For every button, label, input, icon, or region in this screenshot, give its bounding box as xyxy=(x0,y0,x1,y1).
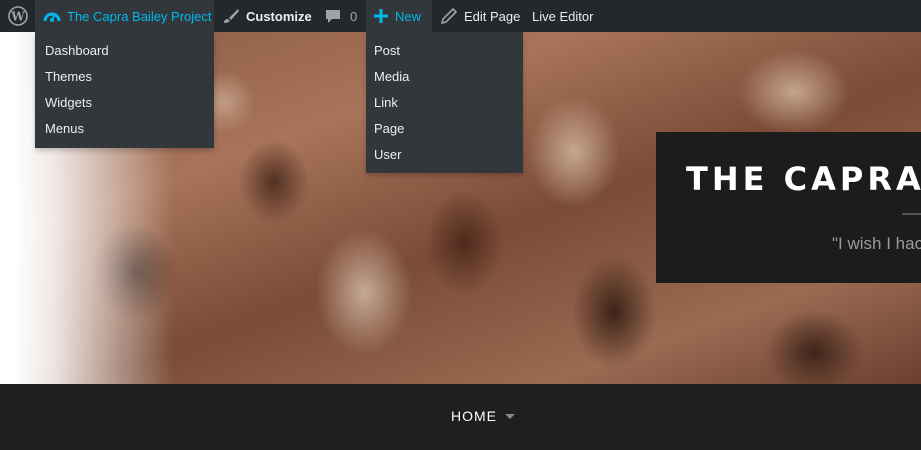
dashboard-gauge-icon xyxy=(43,8,61,24)
primary-navigation: HOME xyxy=(0,384,921,450)
site-title[interactable]: THE CAPRA B xyxy=(686,160,921,198)
new-item-post[interactable]: Post xyxy=(366,38,523,64)
pencil-icon xyxy=(440,8,458,24)
plus-icon xyxy=(374,9,388,23)
wordpress-menu[interactable]: W xyxy=(0,0,35,32)
chevron-down-icon xyxy=(505,413,515,419)
title-divider xyxy=(902,213,921,215)
wordpress-icon: W xyxy=(7,6,28,26)
svg-text:W: W xyxy=(10,10,25,24)
nav-item-home[interactable]: HOME xyxy=(451,408,515,424)
live-editor-label: Live Editor xyxy=(532,8,594,24)
paintbrush-icon xyxy=(222,8,240,24)
site-name-menu[interactable]: The Capra Bailey Project xyxy=(35,0,214,32)
new-content-menu[interactable]: New xyxy=(366,0,432,32)
menu-item-widgets[interactable]: Widgets xyxy=(35,90,214,116)
new-item-user[interactable]: User xyxy=(366,142,523,168)
new-content-dropdown: Post Media Link Page User xyxy=(366,32,523,173)
customize-link[interactable]: Customize xyxy=(214,0,320,32)
site-name-label: The Capra Bailey Project xyxy=(67,8,212,24)
admin-bar: W The Capra Bailey Project Customize 0 N… xyxy=(0,0,921,32)
site-name-dropdown: Dashboard Themes Widgets Menus xyxy=(35,32,214,148)
new-item-media[interactable]: Media xyxy=(366,64,523,90)
menu-item-menus[interactable]: Menus xyxy=(35,116,214,142)
edit-page-link[interactable]: Edit Page xyxy=(432,0,528,32)
new-label: New xyxy=(395,8,422,24)
live-editor-link[interactable]: Live Editor xyxy=(524,0,601,32)
comments-count: 0 xyxy=(350,8,358,24)
comment-bubble-icon xyxy=(324,8,342,24)
menu-item-dashboard[interactable]: Dashboard xyxy=(35,38,214,64)
comments-link[interactable]: 0 xyxy=(316,0,365,32)
menu-item-themes[interactable]: Themes xyxy=(35,64,214,90)
edit-page-label: Edit Page xyxy=(464,8,521,24)
new-item-link[interactable]: Link xyxy=(366,90,523,116)
nav-home-label: HOME xyxy=(451,408,497,424)
site-title-box: THE CAPRA B "I wish I hac xyxy=(656,132,921,283)
customize-label: Customize xyxy=(246,8,312,24)
site-tagline: "I wish I hac xyxy=(832,234,921,253)
new-item-page[interactable]: Page xyxy=(366,116,523,142)
